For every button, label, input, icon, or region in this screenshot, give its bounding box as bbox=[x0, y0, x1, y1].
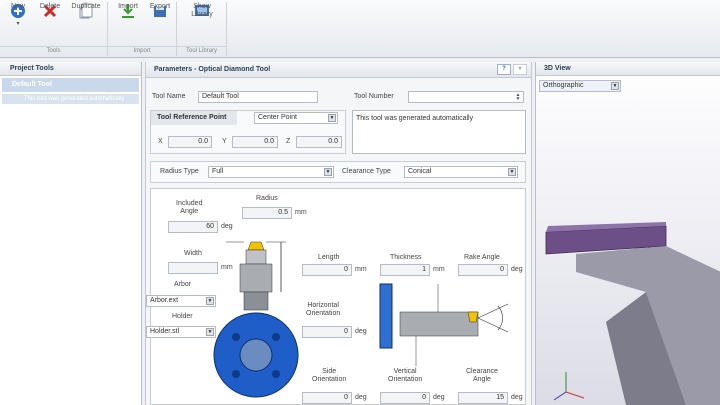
included-angle-label: Included Angle bbox=[176, 200, 203, 215]
project-tools-title: Project Tools bbox=[0, 62, 141, 76]
x-input[interactable]: 0.0 bbox=[168, 136, 212, 148]
chevron-down-icon: ▼ bbox=[206, 297, 214, 305]
rake-angle-input[interactable]: 0 bbox=[458, 264, 508, 276]
vertical-orientation-label: Vertical Orientation bbox=[388, 368, 423, 383]
chevron-down-icon: ▼ bbox=[324, 168, 332, 176]
width-label: Width bbox=[184, 250, 202, 257]
vertical-orientation-input[interactable]: 0 bbox=[380, 392, 430, 404]
ribbon-group-tools: Tools bbox=[0, 46, 107, 57]
tool-number-label: Tool Number bbox=[354, 93, 394, 100]
ribbon-toolbar: New ▾ Delete Duplicate Import Export Sho… bbox=[0, 0, 720, 58]
show-library-button[interactable]: Show Library bbox=[184, 0, 220, 44]
clearance-type-select[interactable]: Conical ▼ bbox=[404, 166, 518, 178]
length-label: Length bbox=[318, 254, 340, 261]
ribbon-separator bbox=[226, 2, 227, 56]
y-label: Y bbox=[222, 138, 227, 145]
projection-select[interactable]: Orthographic ▼ bbox=[539, 80, 621, 92]
rake-angle-label: Rake Angle bbox=[464, 254, 500, 261]
radius-input[interactable]: 0.5 bbox=[242, 207, 292, 219]
chevron-down-icon: ▼ bbox=[206, 328, 214, 336]
side-orientation-label: Side Orientation bbox=[312, 368, 347, 383]
radius-type-value: Full bbox=[212, 168, 224, 175]
description-textarea[interactable]: This tool was generated automatically bbox=[352, 110, 526, 154]
parameters-title: Parameters - Optical Diamond Tool bbox=[154, 66, 271, 73]
delete-button[interactable]: Delete bbox=[34, 0, 66, 44]
duplicate-button[interactable]: Duplicate bbox=[66, 0, 106, 44]
chevron-down-icon: ▼ bbox=[508, 168, 516, 176]
export-button[interactable]: Export bbox=[144, 0, 176, 44]
projection-value: Orthographic bbox=[543, 82, 584, 89]
rake-angle-unit: deg bbox=[511, 266, 523, 273]
included-angle-input[interactable]: 60 bbox=[168, 221, 218, 233]
length-input[interactable]: 0 bbox=[302, 264, 352, 276]
tool-name-input[interactable]: Default Tool bbox=[198, 91, 318, 103]
chevron-down-icon: ▼ bbox=[611, 82, 619, 90]
3d-view-pane[interactable]: 3D View Orthographic ▼ bbox=[535, 62, 720, 405]
help-button[interactable]: ? bbox=[497, 64, 511, 75]
reference-point-select[interactable]: Center Point ▼ bbox=[254, 112, 338, 124]
radius-label: Radius bbox=[256, 195, 278, 202]
horizontal-orientation-unit: deg bbox=[355, 328, 367, 335]
pin-button[interactable]: ▾ bbox=[513, 64, 527, 75]
clearance-angle-label: Clearance Angle bbox=[466, 368, 498, 383]
horizontal-orientation-input[interactable]: 0 bbox=[302, 326, 352, 338]
tool-name-label: Tool Name bbox=[152, 93, 186, 100]
clearance-type-value: Conical bbox=[408, 168, 432, 175]
project-tool-item[interactable]: Default Tool bbox=[2, 78, 139, 92]
vertical-orientation-unit: deg bbox=[433, 394, 445, 401]
3d-view-title: 3D View bbox=[536, 62, 720, 76]
z-input[interactable]: 0.0 bbox=[296, 136, 342, 148]
side-orientation-unit: deg bbox=[355, 394, 367, 401]
z-label: Z bbox=[286, 138, 291, 145]
new-dropdown-arrow[interactable]: ▾ bbox=[16, 20, 19, 27]
project-tools-pane: Project Tools Default Tool This tool was… bbox=[0, 62, 142, 405]
reference-point-value: Center Point bbox=[258, 114, 297, 121]
ribbon-group-import: Import bbox=[108, 46, 176, 57]
y-input[interactable]: 0.0 bbox=[232, 136, 278, 148]
arbor-label: Arbor bbox=[174, 281, 192, 288]
length-unit: mm bbox=[355, 266, 367, 273]
horizontal-orientation-label: Horizontal Orientation bbox=[306, 302, 341, 317]
thickness-unit: mm bbox=[433, 266, 445, 273]
arbor-value: Arbor.ext bbox=[150, 297, 179, 304]
included-angle-unit: deg bbox=[221, 223, 233, 230]
width-unit: mm bbox=[221, 264, 233, 271]
thickness-label: Thickness bbox=[390, 254, 422, 261]
tool-number-input[interactable] bbox=[408, 91, 524, 103]
tool-number-spinner[interactable]: ▲ ▼ bbox=[514, 93, 522, 102]
tool-side-drawing bbox=[213, 241, 299, 398]
x-label: X bbox=[158, 138, 163, 145]
holder-value: Holder.stl bbox=[150, 328, 180, 335]
clearance-angle-input[interactable]: 15 bbox=[458, 392, 508, 404]
project-tool-description[interactable]: This tool was generated automatically bbox=[2, 94, 139, 104]
parameters-pane: Parameters - Optical Diamond Tool ? ▾ To… bbox=[145, 62, 532, 405]
import-button[interactable]: Import bbox=[112, 0, 144, 44]
holder-select[interactable]: Holder.stl ▼ bbox=[146, 326, 216, 338]
new-label: New bbox=[10, 3, 25, 10]
import-label: Import bbox=[118, 3, 138, 10]
show-library-label: Show Library bbox=[191, 3, 213, 18]
3d-tool-model bbox=[545, 222, 720, 405]
radius-type-select[interactable]: Full ▼ bbox=[208, 166, 334, 178]
thickness-input[interactable]: 1 bbox=[380, 264, 430, 276]
duplicate-label: Duplicate bbox=[71, 3, 101, 10]
width-input[interactable] bbox=[168, 262, 218, 274]
side-orientation-input[interactable]: 0 bbox=[302, 392, 352, 404]
arbor-select[interactable]: Arbor.ext ▼ bbox=[146, 295, 216, 307]
ribbon-group-tool-library: Tool Library bbox=[177, 46, 226, 57]
clearance-angle-unit: deg bbox=[511, 394, 523, 401]
export-label: Export bbox=[149, 3, 171, 10]
delete-label: Delete bbox=[39, 3, 61, 10]
reference-point-label: Tool Reference Point bbox=[151, 111, 237, 125]
tool-front-drawing bbox=[379, 283, 509, 366]
radius-type-label: Radius Type bbox=[160, 168, 199, 175]
chevron-down-icon: ▼ bbox=[328, 114, 336, 122]
parameters-header: Parameters - Optical Diamond Tool ? ▾ bbox=[146, 62, 531, 78]
holder-label: Holder bbox=[172, 313, 193, 320]
new-button[interactable]: New ▾ bbox=[2, 0, 34, 44]
radius-unit: mm bbox=[295, 209, 307, 216]
clearance-type-label: Clearance Type bbox=[342, 168, 391, 175]
